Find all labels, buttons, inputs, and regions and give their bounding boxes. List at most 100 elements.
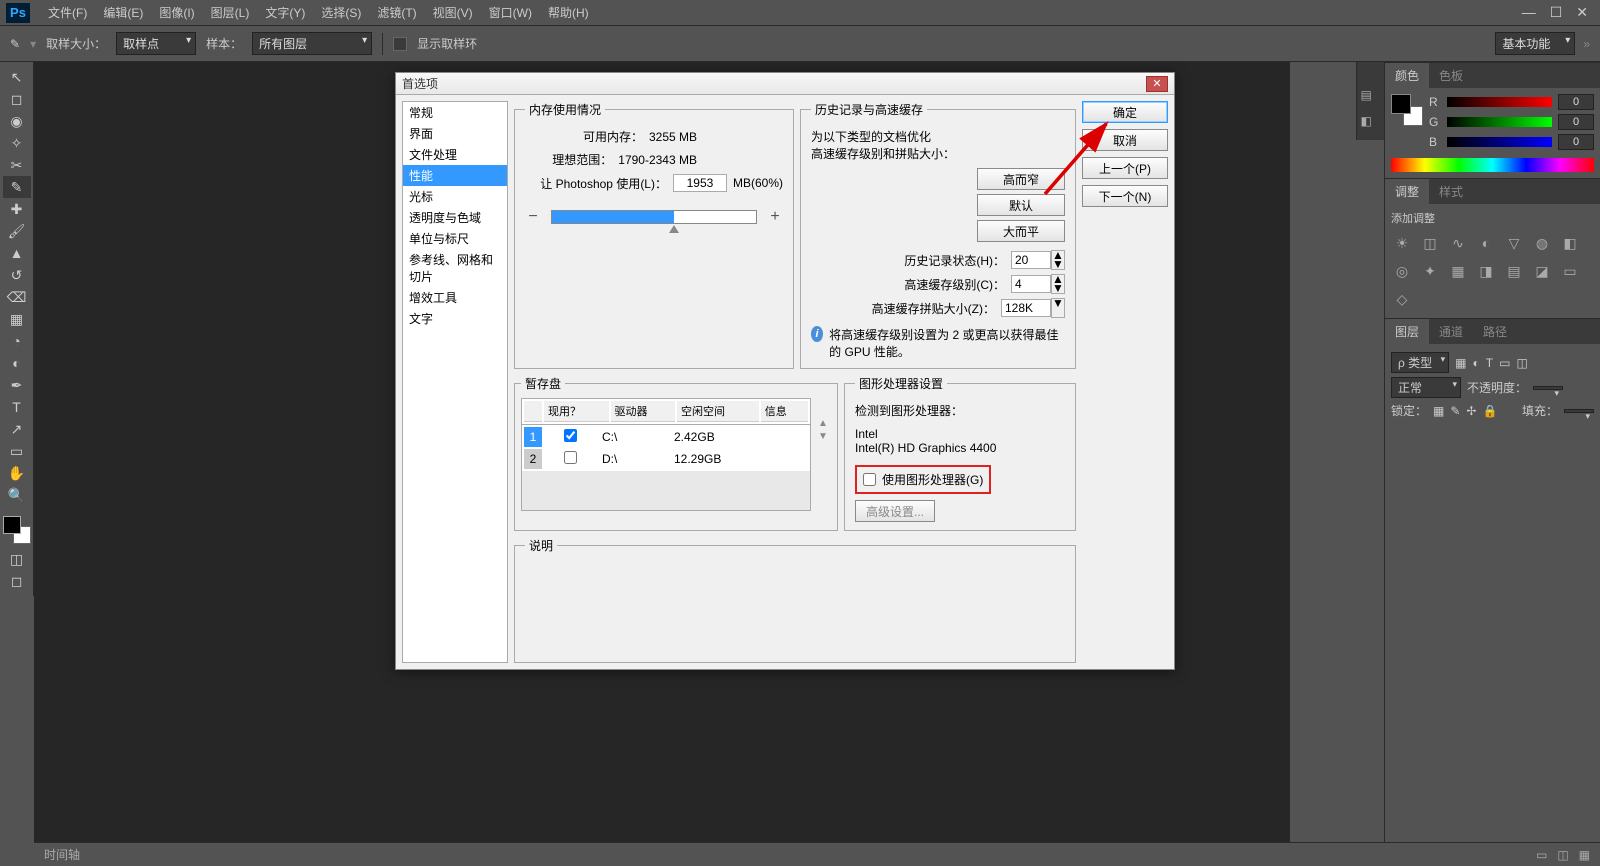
menu-file[interactable]: 文件(F) (40, 4, 95, 21)
menu-layer[interactable]: 图层(L) (203, 4, 258, 21)
threshold-icon[interactable]: ◪ (1533, 262, 1551, 280)
tab-paths[interactable]: 路径 (1473, 319, 1517, 344)
selective-icon[interactable]: ◇ (1393, 290, 1411, 308)
lock-all-icon[interactable]: 🔒 (1482, 404, 1497, 418)
scratch-active-2[interactable] (564, 451, 577, 464)
nav-performance[interactable]: 性能 (403, 165, 507, 186)
filter-pixel-icon[interactable]: ▦ (1455, 356, 1466, 370)
path-select-tool-icon[interactable]: ↗ (3, 418, 31, 440)
cancel-button[interactable]: 取消 (1082, 129, 1168, 151)
maximize-icon[interactable]: ☐ (1550, 4, 1563, 21)
color-swatch-pair[interactable] (1391, 94, 1423, 126)
vibrance-icon[interactable]: ▽ (1505, 234, 1523, 252)
lock-pos-icon[interactable]: ✢ (1466, 404, 1476, 418)
preset-tall-button[interactable]: 高而窄 (977, 168, 1065, 190)
workspace-dropdown[interactable]: 基本功能 (1495, 32, 1575, 55)
col-free[interactable]: 空闲空间 (677, 401, 759, 422)
sample-scope-dropdown[interactable]: 所有图层 (252, 32, 372, 55)
properties-panel-icon[interactable]: ◧ (1361, 114, 1381, 134)
preset-wide-button[interactable]: 大而平 (977, 220, 1065, 242)
menu-edit[interactable]: 编辑(E) (95, 4, 151, 21)
cache-levels-stepper[interactable]: ▲▼ (1051, 274, 1065, 294)
menu-type[interactable]: 文字(Y) (257, 4, 313, 21)
tab-styles[interactable]: 样式 (1429, 179, 1473, 204)
lasso-tool-icon[interactable]: ◉ (3, 110, 31, 132)
nav-units[interactable]: 单位与标尺 (403, 228, 507, 249)
type-tool-icon[interactable]: T (3, 396, 31, 418)
prev-button[interactable]: 上一个(P) (1082, 157, 1168, 179)
filter-shape-icon[interactable]: ▭ (1499, 356, 1510, 370)
tab-swatches[interactable]: 色板 (1429, 63, 1473, 88)
g-slider[interactable] (1447, 117, 1552, 127)
next-button[interactable]: 下一个(N) (1082, 185, 1168, 207)
curves-icon[interactable]: ∿ (1449, 234, 1467, 252)
mixer-icon[interactable]: ✦ (1421, 262, 1439, 280)
nav-general[interactable]: 常规 (403, 102, 507, 123)
brush-tool-icon[interactable]: 🖌 (3, 220, 31, 242)
close-app-icon[interactable]: ✕ (1576, 4, 1588, 21)
eyedropper-tool-icon[interactable]: ✎ (3, 176, 31, 198)
pen-tool-icon[interactable]: ✒ (3, 374, 31, 396)
cache-levels-input[interactable] (1011, 275, 1051, 293)
history-brush-tool-icon[interactable]: ↺ (3, 264, 31, 286)
cache-tile-stepper[interactable]: ▼ (1051, 298, 1065, 318)
status-icon-2[interactable]: ◫ (1557, 848, 1568, 862)
nav-interface[interactable]: 界面 (403, 123, 507, 144)
timeline-label[interactable]: 时间轴 (44, 846, 80, 863)
sample-size-dropdown[interactable]: 取样点 (116, 32, 196, 55)
memory-minus-button[interactable]: − (525, 208, 541, 226)
hue-icon[interactable]: ◍ (1533, 234, 1551, 252)
lookup-icon[interactable]: ▦ (1449, 262, 1467, 280)
scratch-active-1[interactable] (564, 429, 577, 442)
col-info[interactable]: 信息 (761, 401, 808, 422)
menu-window[interactable]: 窗口(W) (481, 4, 540, 21)
move-tool-icon[interactable]: ↖ (3, 66, 31, 88)
nav-guides[interactable]: 参考线、网格和切片 (403, 249, 507, 287)
opacity-dropdown[interactable] (1533, 386, 1563, 390)
color-spectrum[interactable] (1391, 158, 1594, 172)
status-icon-1[interactable]: ▭ (1536, 848, 1547, 862)
gradient-map-icon[interactable]: ▭ (1561, 262, 1579, 280)
heal-tool-icon[interactable]: ✚ (3, 198, 31, 220)
stamp-tool-icon[interactable]: ▲ (3, 242, 31, 264)
minimize-icon[interactable]: — (1522, 4, 1536, 21)
r-slider[interactable] (1447, 97, 1552, 107)
gpu-advanced-button[interactable]: 高级设置... (855, 500, 935, 522)
filter-adj-icon[interactable]: ◐ (1473, 356, 1480, 370)
menu-view[interactable]: 视图(V) (425, 4, 481, 21)
tab-channels[interactable]: 通道 (1429, 319, 1473, 344)
dialog-titlebar[interactable]: 首选项 ✕ (396, 73, 1174, 95)
filter-smart-icon[interactable]: ◫ (1516, 356, 1527, 370)
crop-tool-icon[interactable]: ✂ (3, 154, 31, 176)
expand-panels-icon[interactable]: » (1583, 37, 1590, 51)
history-panel-icon[interactable]: ▤ (1361, 88, 1381, 108)
r-value[interactable] (1558, 94, 1594, 110)
ok-button[interactable]: 确定 (1082, 101, 1168, 123)
show-sample-ring-checkbox[interactable] (393, 37, 407, 51)
lock-brush-icon[interactable]: ✎ (1450, 404, 1460, 418)
menu-select[interactable]: 选择(S) (313, 4, 369, 21)
nav-file-handling[interactable]: 文件处理 (403, 144, 507, 165)
history-states-input[interactable] (1011, 251, 1051, 269)
posterize-icon[interactable]: ▤ (1505, 262, 1523, 280)
kind-filter-dropdown[interactable]: ρ 类型 (1391, 352, 1449, 373)
lock-pixels-icon[interactable]: ▦ (1433, 404, 1444, 418)
bw-icon[interactable]: ◧ (1561, 234, 1579, 252)
marquee-tool-icon[interactable]: ◻ (3, 88, 31, 110)
preset-default-button[interactable]: 默认 (977, 194, 1065, 216)
b-slider[interactable] (1447, 137, 1552, 147)
invert-icon[interactable]: ◨ (1477, 262, 1495, 280)
scratch-row-2[interactable]: 2 D:\ 12.29GB (524, 449, 808, 469)
dialog-close-button[interactable]: ✕ (1146, 76, 1168, 92)
hand-tool-icon[interactable]: ✋ (3, 462, 31, 484)
scratch-row-1[interactable]: 1 C:\ 2.42GB (524, 427, 808, 447)
use-gpu-checkbox[interactable] (863, 473, 876, 486)
b-value[interactable] (1558, 134, 1594, 150)
cache-tile-input[interactable] (1001, 299, 1051, 317)
dodge-tool-icon[interactable]: ◐ (3, 352, 31, 374)
nav-cursors[interactable]: 光标 (403, 186, 507, 207)
scratch-up-icon[interactable]: ▲ (815, 418, 831, 429)
shape-tool-icon[interactable]: ▭ (3, 440, 31, 462)
quick-mask-icon[interactable]: ◫ (3, 548, 31, 570)
col-active[interactable]: 现用？ (544, 401, 609, 422)
